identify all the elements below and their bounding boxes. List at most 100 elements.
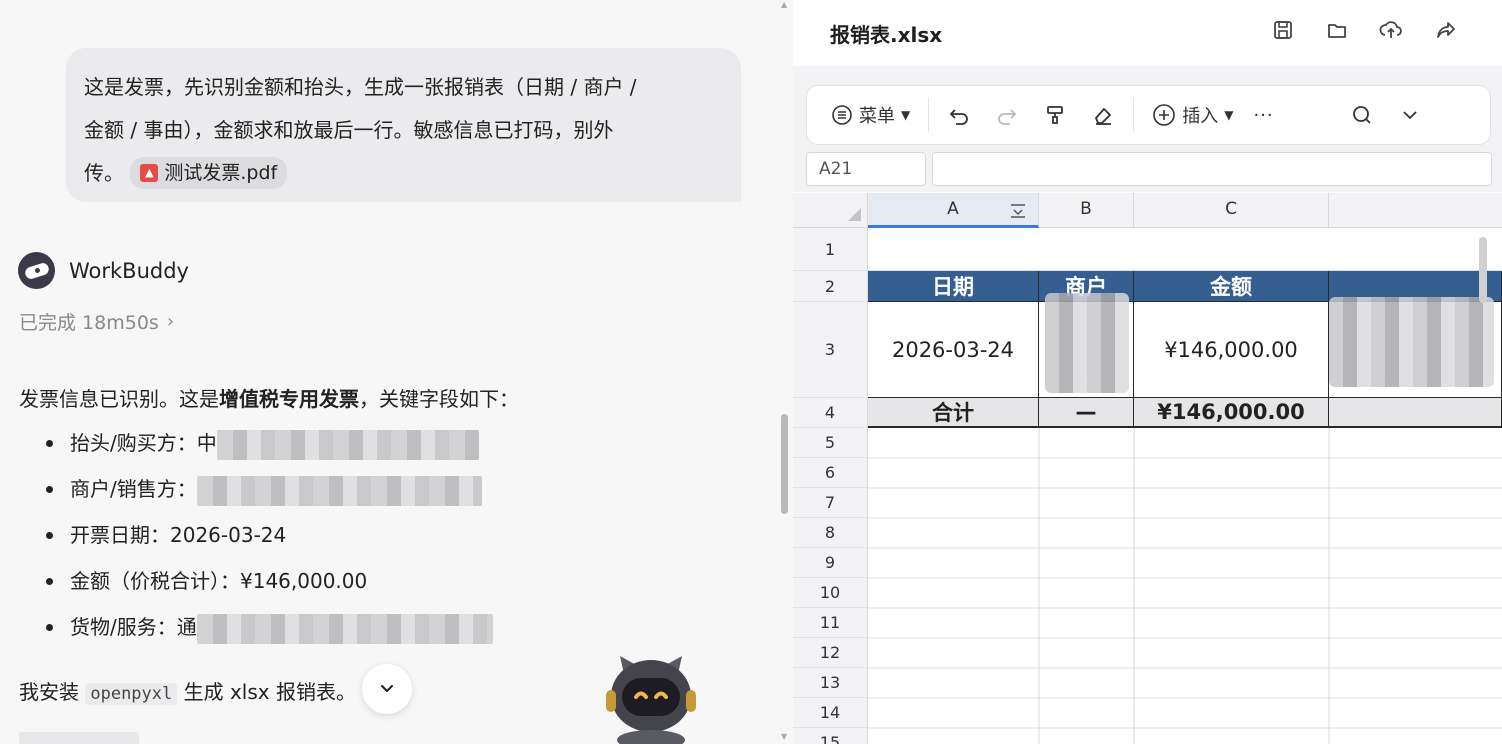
field-value: ¥146,000.00: [240, 569, 368, 593]
redacted-block: [196, 613, 493, 644]
undo-icon[interactable]: [947, 103, 971, 127]
attachment-chip[interactable]: ▲ 测试发票.pdf: [130, 156, 288, 189]
data-cell-amount[interactable]: ¥146,000.00: [1134, 302, 1329, 398]
toolbar-divider: [928, 98, 930, 132]
formula-bar[interactable]: [932, 152, 1492, 186]
invoice-field-list: 抬头/购买方：中 商户/销售方： 开票日期：2026-03-24 金额（价税合计…: [46, 420, 493, 650]
row-header[interactable]: 13: [793, 668, 868, 698]
truncated-line: [19, 732, 139, 744]
redacted-block: [216, 429, 479, 460]
sheet-scrollbar-thumb[interactable]: [1479, 237, 1487, 303]
row-header[interactable]: 6: [793, 458, 868, 488]
filter-icon[interactable]: [1008, 201, 1028, 221]
toolbar-divider: [1133, 98, 1135, 132]
reply-intro-prefix: 发票信息已识别。这是: [19, 387, 219, 411]
row-header[interactable]: 3: [793, 302, 868, 398]
row-header[interactable]: 7: [793, 488, 868, 518]
cell-name-box[interactable]: A21: [806, 152, 926, 186]
share-icon[interactable]: [1433, 17, 1457, 43]
data-cell-date[interactable]: 2026-03-24: [868, 302, 1039, 398]
menu-list-icon: [832, 105, 852, 125]
search-icon[interactable]: [1350, 103, 1374, 127]
row-header[interactable]: 14: [793, 698, 868, 728]
chat-scrollbar[interactable]: ▲ ▼: [779, 0, 791, 744]
total-cell-label[interactable]: 合计: [868, 398, 1039, 428]
sheet-toolbar: 菜单 ▼ 插入 ▼ ···: [806, 85, 1491, 145]
folder-icon[interactable]: [1325, 17, 1349, 43]
agent-avatar: [18, 252, 55, 289]
list-item: 金额（价税合计）：¥146,000.00: [46, 558, 493, 604]
redacted-block: [1045, 293, 1129, 393]
header-cell-date[interactable]: 日期: [868, 271, 1039, 302]
caret-down-icon: ▼: [1224, 108, 1234, 122]
row-header[interactable]: 12: [793, 638, 868, 668]
format-painter-icon[interactable]: [1043, 103, 1067, 127]
spreadsheet-pane: 报销表.xlsx 菜单 ▼ 插入 ▼ ··· A21 A B C 1 2 3 4…: [793, 0, 1502, 744]
user-message-line3: 传。 ▲ 测试发票.pdf: [84, 152, 721, 195]
scroll-to-bottom-button[interactable]: [362, 664, 412, 714]
robot-mascot-icon[interactable]: [602, 652, 700, 744]
upload-icon[interactable]: [1379, 17, 1403, 43]
reply-intro: 发票信息已识别。这是增值税专用发票，关键字段如下：: [19, 383, 519, 412]
row-header[interactable]: 8: [793, 518, 868, 548]
chevron-down-icon: [381, 685, 393, 692]
total-cell-reason[interactable]: [1329, 398, 1502, 428]
redacted-block: [196, 475, 482, 506]
row-header[interactable]: 1: [793, 228, 868, 271]
row-header[interactable]: 4: [793, 398, 868, 428]
menu-button[interactable]: 菜单 ▼: [831, 102, 910, 128]
column-header-b[interactable]: B: [1039, 193, 1134, 228]
total-cell-merchant[interactable]: —: [1039, 398, 1134, 428]
row-header[interactable]: 5: [793, 428, 868, 458]
list-item: 货物/服务：通: [46, 604, 493, 650]
field-value: 2026-03-24: [170, 523, 287, 547]
eraser-icon[interactable]: [1091, 103, 1115, 127]
field-label: 开票日期：: [70, 523, 170, 547]
more-options-icon[interactable]: ···: [1253, 105, 1273, 126]
column-header-d[interactable]: [1329, 193, 1502, 228]
scroll-down-arrow-icon[interactable]: ▼: [781, 732, 787, 741]
column-label: A: [947, 199, 959, 219]
field-label: 商户/销售方：: [70, 477, 197, 501]
redacted-block: [1329, 297, 1494, 387]
column-header-a[interactable]: A: [868, 193, 1039, 228]
user-message-line1: 这是发票，先识别金额和抬头，生成一张报销表（日期 / 商户 /: [84, 75, 637, 99]
user-message-line3-text: 传。: [84, 161, 124, 185]
empty-grid-lines: [868, 428, 1502, 744]
chevron-down-icon[interactable]: [1398, 103, 1422, 127]
field-label: 抬头/购买方：: [70, 431, 197, 455]
chevron-right-icon: ›: [166, 311, 175, 332]
row-header[interactable]: 11: [793, 608, 868, 638]
select-all-corner[interactable]: [793, 193, 868, 228]
total-cell-amount[interactable]: ¥146,000.00: [1134, 398, 1329, 428]
task-status[interactable]: 已完成 18m50s ›: [19, 308, 174, 335]
column-header-c[interactable]: C: [1134, 193, 1329, 228]
row-header[interactable]: 15: [793, 728, 868, 744]
agent-name: WorkBuddy: [69, 258, 189, 283]
inline-code: openpyxl: [85, 683, 178, 705]
redo-icon[interactable]: [995, 103, 1019, 127]
row-header[interactable]: 9: [793, 548, 868, 578]
row-header[interactable]: 2: [793, 271, 868, 302]
field-value: 通: [176, 615, 197, 639]
reply-outro: 我安装 openpyxl 生成 xlsx 报销表。: [19, 676, 356, 705]
caret-down-icon: ▼: [901, 108, 911, 122]
reply-intro-suffix: ，关键字段如下：: [359, 387, 519, 411]
list-item: 抬头/购买方：中: [46, 420, 493, 466]
row-header[interactable]: 10: [793, 578, 868, 608]
save-icon[interactable]: [1271, 17, 1295, 43]
reply-outro-suffix: 生成 xlsx 报销表。: [183, 680, 356, 704]
header-cell-amount[interactable]: 金额: [1134, 271, 1329, 302]
user-message-bubble: 这是发票，先识别金额和抬头，生成一张报销表（日期 / 商户 / 金额 / 事由）…: [66, 48, 741, 202]
title-row-cell[interactable]: [868, 228, 1502, 271]
insert-label: 插入: [1182, 106, 1219, 127]
list-item: 开票日期：2026-03-24: [46, 512, 493, 558]
insert-button[interactable]: 插入 ▼: [1152, 102, 1233, 128]
scroll-up-arrow-icon[interactable]: ▲: [781, 0, 787, 9]
scrollbar-thumb[interactable]: [781, 414, 788, 514]
list-item: 商户/销售方：: [46, 466, 493, 512]
menu-label: 菜单: [859, 106, 895, 127]
attachment-name: 测试发票.pdf: [164, 161, 278, 184]
sheet-grid[interactable]: A B C 1 2 3 4 5 6 7 8 9 10 11 12 13 14 1…: [793, 193, 1502, 744]
task-status-text: 已完成 18m50s: [19, 312, 159, 334]
